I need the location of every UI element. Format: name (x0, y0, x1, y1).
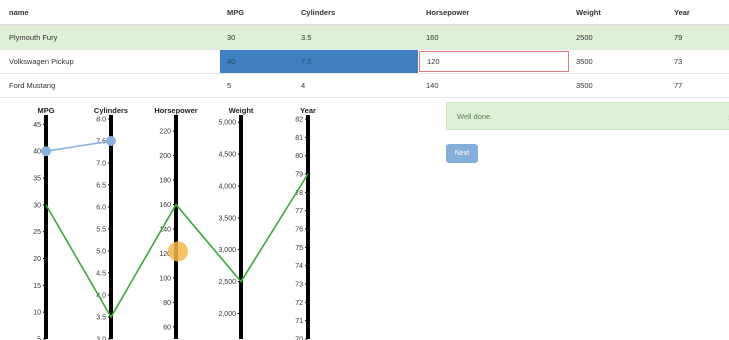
cell-cylinders[interactable]: 3.5 (294, 26, 418, 49)
tick-label: 82 (295, 117, 303, 124)
tick-label: 5,000 (218, 120, 236, 127)
tick-label: 2,000 (218, 311, 236, 318)
blue-series-line (45, 140, 112, 152)
tick-label: 4,000 (218, 183, 236, 190)
tick-label: 3.5 (96, 315, 106, 322)
tick-label: 81 (295, 135, 303, 142)
cell-cylinders[interactable]: 4 (294, 74, 418, 97)
tick-label: 220 (159, 129, 171, 136)
blue-point-cylinders[interactable] (106, 136, 116, 146)
tick-label: 4.5 (96, 271, 106, 278)
table-row[interactable]: Volkswagen Pickup 40 7.5 120 3500 73 (0, 50, 729, 74)
tick-label: 4,500 (218, 152, 236, 159)
cell-mpg[interactable]: 40 (220, 50, 294, 73)
cell-name[interactable]: Plymouth Fury (2, 26, 222, 49)
tick-label: 160 (159, 202, 171, 209)
axis-title: Year (300, 106, 316, 115)
tick-label: 7.0 (96, 161, 106, 168)
tick-label: 35 (33, 176, 41, 183)
alert-message: Well done. (457, 112, 493, 121)
cell-year[interactable]: 77 (667, 74, 729, 97)
cell-name[interactable]: Ford Mustang (2, 74, 222, 97)
cell-name[interactable]: Volkswagen Pickup (2, 50, 222, 73)
cell-cylinders[interactable]: 7.5 (294, 50, 418, 73)
tick-label: 6.0 (96, 205, 106, 212)
header-mpg: MPG (227, 8, 245, 17)
success-alert: Well done. › (446, 102, 729, 130)
tick-label: 71 (295, 318, 303, 325)
tick-label: 2,500 (218, 279, 236, 286)
tick-label: 80 (295, 153, 303, 160)
tick-label: 75 (295, 245, 303, 252)
tick-label: 8.0 (96, 117, 106, 124)
tick-label: 200 (159, 153, 171, 160)
axis-title: Horsepower (154, 106, 197, 115)
tick-label: 73 (295, 282, 303, 289)
tick-label: 30 (33, 202, 41, 209)
tick-label: 180 (159, 178, 171, 185)
tick-label: 5.5 (96, 227, 106, 234)
next-button[interactable]: Next (446, 144, 478, 163)
table-row[interactable]: Plymouth Fury 30 3.5 160 2500 79 (0, 26, 729, 50)
header-cylinders: Cylinders (301, 8, 336, 17)
cell-horsepower[interactable]: 140 (419, 74, 569, 97)
tick-label: 77 (295, 208, 303, 215)
drag-handle[interactable] (168, 241, 188, 262)
axis-title: MPG (37, 106, 54, 115)
cell-weight[interactable]: 3500 (569, 50, 667, 73)
cell-horsepower[interactable]: 160 (419, 26, 569, 49)
tick-label: 70 (295, 337, 303, 340)
tick-label: 15 (33, 283, 41, 290)
tick-label: 3,500 (218, 215, 236, 222)
axis-title: Cylinders (94, 106, 128, 115)
header-year: Year (674, 8, 690, 17)
cell-weight[interactable]: 2500 (569, 26, 667, 49)
tick-label: 6.5 (96, 183, 106, 190)
header-name: name (9, 8, 29, 17)
tick-label: 10 (33, 310, 41, 317)
tick-label: 79 (295, 172, 303, 179)
cell-weight[interactable]: 3500 (569, 74, 667, 97)
tick-label: 20 (33, 256, 41, 263)
cell-mpg[interactable]: 5 (220, 74, 294, 97)
axis-title: Weight (229, 106, 254, 115)
header-horsepower: Horsepower (426, 8, 470, 17)
table-header-row: name MPG Cylinders Horsepower Weight Yea… (0, 0, 729, 26)
tick-label: 40 (33, 149, 41, 156)
cell-year[interactable]: 73 (667, 50, 729, 73)
blue-point-mpg[interactable] (41, 146, 51, 157)
tick-label: 25 (33, 229, 41, 236)
tick-label: 60 (163, 324, 171, 331)
header-weight: Weight (576, 8, 601, 17)
cell-horsepower-input[interactable]: 120 (419, 51, 569, 72)
cell-year[interactable]: 79 (667, 26, 729, 49)
tick-label: 100 (159, 275, 171, 282)
tick-label: 5.0 (96, 249, 106, 256)
tick-label: 5 (37, 337, 41, 340)
parallel-coordinates-plot[interactable]: MPG45403530252015105Cylinders8.07.57.06.… (0, 95, 360, 340)
cell-mpg[interactable]: 30 (220, 26, 294, 49)
tick-label: 76 (295, 227, 303, 234)
tick-label: 80 (163, 300, 171, 307)
data-table: name MPG Cylinders Horsepower Weight Yea… (0, 0, 729, 98)
tick-label: 74 (295, 263, 303, 270)
tick-label: 45 (33, 122, 41, 129)
tick-label: 72 (295, 300, 303, 307)
tick-label: 3,000 (218, 247, 236, 254)
tick-label: 3.0 (96, 337, 106, 340)
